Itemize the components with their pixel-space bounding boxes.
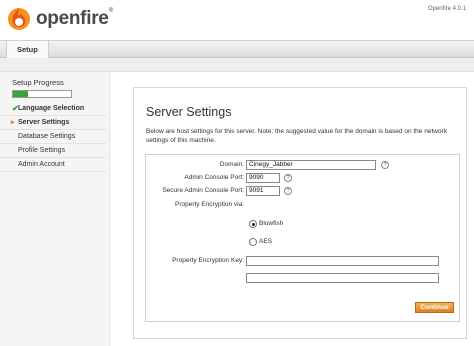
sub-nav-bar xyxy=(0,58,474,72)
encryption-key-field[interactable] xyxy=(246,256,439,266)
page-title: Server Settings xyxy=(146,105,232,119)
aes-label: AES xyxy=(259,238,273,245)
sidebar-item-label: Profile Settings xyxy=(18,147,66,154)
secure-admin-console-port-label: Secure Admin Console Port: xyxy=(162,187,244,194)
sidebar-item-label: Server Settings xyxy=(18,119,70,126)
sidebar-item-label: Database Settings xyxy=(18,133,76,140)
sidebar-item-admin-account: Admin Account xyxy=(0,158,106,172)
sidebar-item-server-settings[interactable]: ▸ Server Settings xyxy=(0,116,106,130)
tab-setup[interactable]: Setup xyxy=(6,41,49,58)
help-icon[interactable]: ? xyxy=(284,187,292,195)
property-encryption-via-label: Property Encryption via: xyxy=(174,201,244,208)
domain-field[interactable]: Cinegy_Jabber xyxy=(246,160,376,170)
sidebar-item-label: Admin Account xyxy=(18,161,65,168)
sidebar-item-profile-settings: Profile Settings xyxy=(0,144,106,158)
version-label: Openfire 4.0.1 xyxy=(427,6,466,12)
blowfish-label: Blowfish xyxy=(259,220,284,227)
trademark: ® xyxy=(108,8,113,14)
sidebar: Setup Progress ✔ Language Selection ▸ Se… xyxy=(0,72,110,346)
page-description: Below are host settings for this server.… xyxy=(146,128,447,144)
setup-progress-title: Setup Progress xyxy=(12,78,64,87)
brand-name: openfire® xyxy=(36,8,113,29)
encryption-key-confirm-field[interactable] xyxy=(246,273,439,283)
nav-bar: Setup xyxy=(0,40,474,58)
admin-console-port-field[interactable]: 9090 xyxy=(246,173,280,183)
openfire-flame-icon xyxy=(8,8,30,30)
aes-radio[interactable] xyxy=(249,238,257,246)
setup-progress-bar xyxy=(12,90,72,98)
help-icon[interactable]: ? xyxy=(381,161,389,169)
continue-button[interactable]: Continue xyxy=(415,302,454,313)
app-header: openfire® Openfire 4.0.1 xyxy=(0,0,474,40)
sidebar-item-language-selection[interactable]: ✔ Language Selection xyxy=(0,102,106,116)
help-icon[interactable]: ? xyxy=(284,174,292,182)
sidebar-item-database-settings: Database Settings xyxy=(0,130,106,144)
sidebar-item-label: Language Selection xyxy=(18,105,85,112)
blowfish-radio[interactable] xyxy=(249,220,257,228)
progress-fill xyxy=(13,91,28,97)
admin-console-port-label: Admin Console Port: xyxy=(184,174,244,181)
checkmark-icon: ✔ xyxy=(12,104,19,113)
current-step-arrow-icon: ▸ xyxy=(11,119,15,126)
secure-admin-console-port-field[interactable]: 9091 xyxy=(246,186,280,196)
server-settings-form: Domain: Cinegy_Jabber ? Admin Console Po… xyxy=(145,154,460,322)
sidebar-steps: ✔ Language Selection ▸ Server Settings D… xyxy=(0,102,106,172)
property-encryption-key-label: Property Encryption Key: xyxy=(172,257,244,264)
domain-label: Domain: xyxy=(219,161,244,168)
